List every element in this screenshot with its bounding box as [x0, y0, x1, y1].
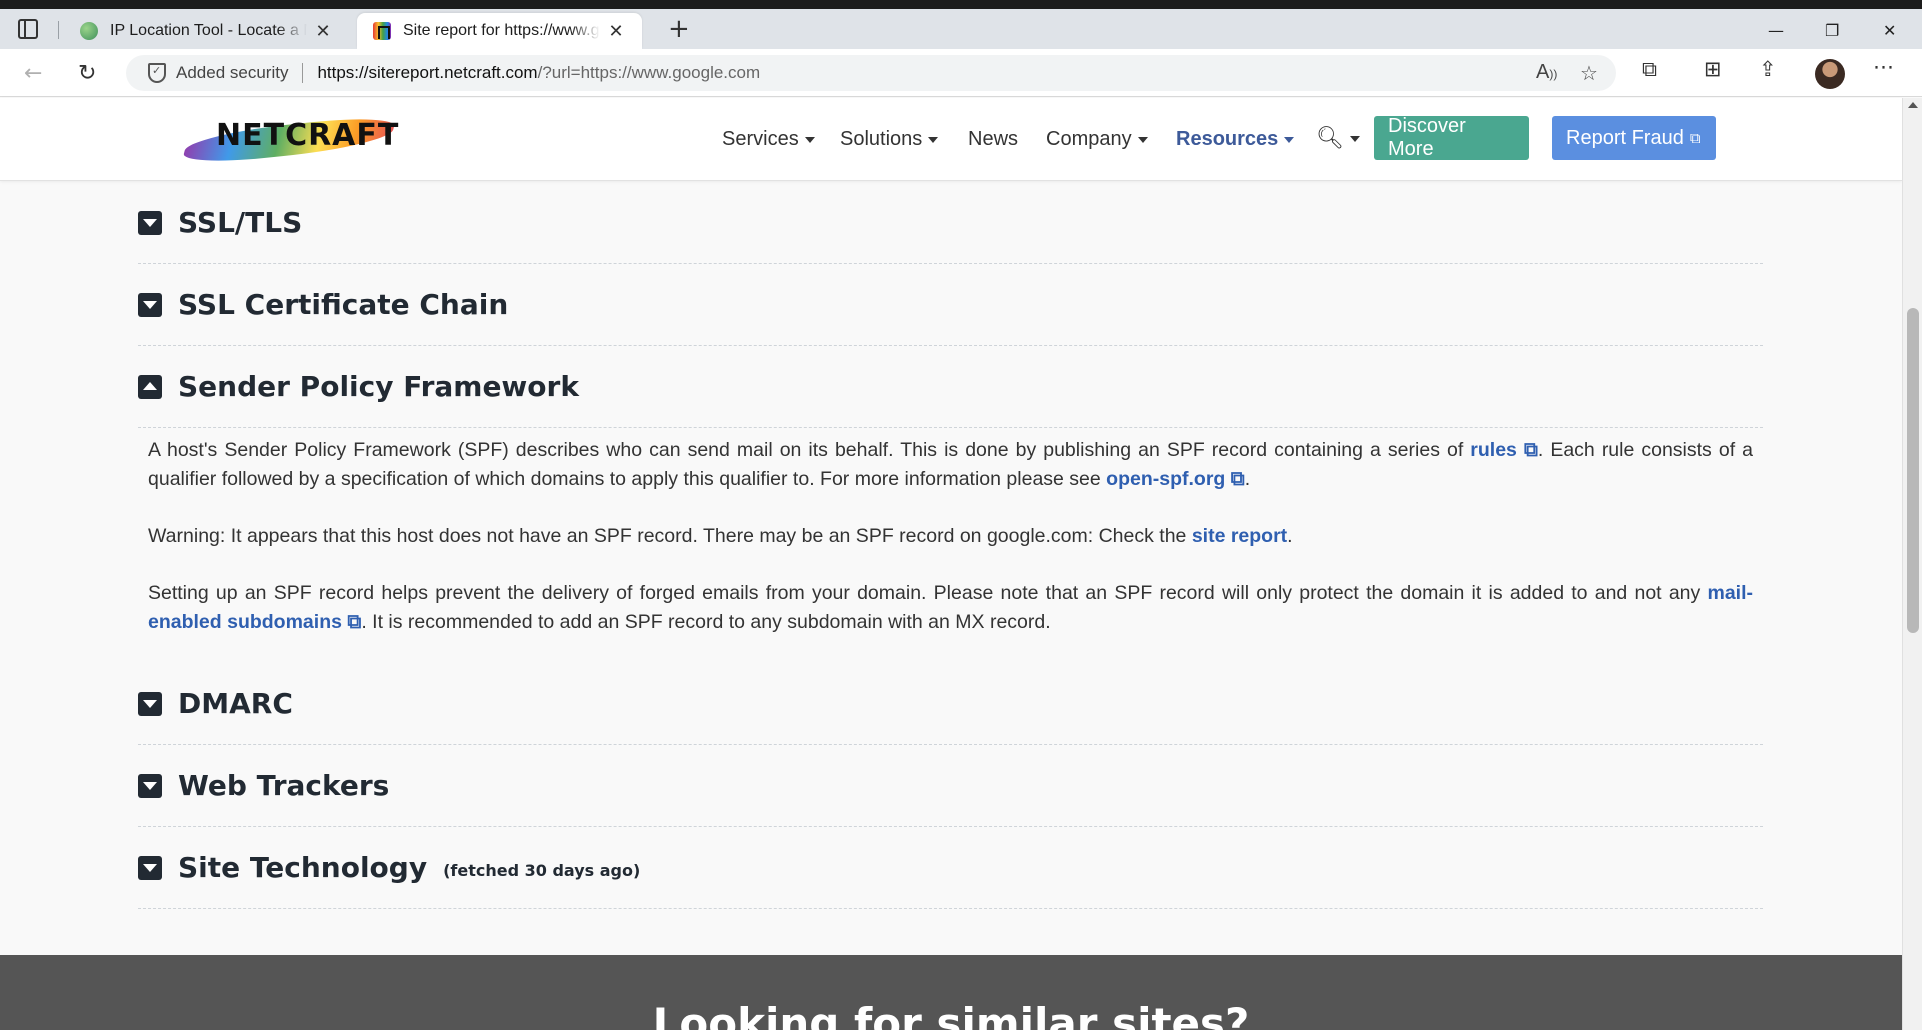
text: Setting up an SPF record helps prevent t…: [148, 582, 1708, 604]
external-link-icon: ⧉: [1689, 129, 1701, 147]
report-fraud-label: Report Fraud: [1566, 126, 1684, 149]
nav-resources-label: Resources: [1176, 128, 1279, 150]
spf-paragraph-intro: A host's Sender Policy Framework (SPF) d…: [148, 436, 1753, 494]
read-aloud-icon[interactable]: A)): [1536, 61, 1557, 84]
nav-services[interactable]: Services: [722, 128, 815, 151]
extensions-puzzle-icon[interactable]: ⧉: [1642, 57, 1657, 82]
link-label: rules: [1470, 439, 1517, 461]
tab-site-report[interactable]: Site report for https://www.google.com ✕: [357, 13, 642, 49]
netcraft-favicon-icon: [373, 22, 391, 40]
restore-button[interactable]: ❐: [1825, 21, 1839, 40]
section-web-trackers[interactable]: Web Trackers: [138, 745, 1763, 827]
profile-avatar[interactable]: [1815, 59, 1845, 89]
address-bar[interactable]: Added security https://sitereport.netcra…: [126, 55, 1616, 91]
report-sections: SSL/TLS SSL Certificate Chain Sender Pol…: [138, 182, 1763, 909]
fetched-note: (fetched 30 days ago): [443, 861, 641, 880]
back-arrow-icon[interactable]: ←: [24, 61, 42, 86]
text: Warning: It appears that this host does …: [148, 525, 1192, 547]
caret-down-icon: [804, 136, 815, 143]
tab-title: Site report for https://www.google.com: [403, 22, 600, 39]
caret-down-icon: [1284, 136, 1295, 143]
nav-services-label: Services: [722, 128, 799, 150]
external-link-icon: ⧉: [1230, 468, 1245, 490]
nav-news[interactable]: News: [968, 128, 1018, 151]
site-report-link[interactable]: site report: [1192, 525, 1287, 547]
url-path[interactable]: /?url=https://www.google.com: [538, 63, 761, 83]
expand-caret-icon[interactable]: [138, 691, 162, 716]
shield-icon[interactable]: [148, 63, 166, 83]
section-site-technology[interactable]: Site Technology (fetched 30 days ago): [138, 827, 1763, 909]
section-title: DMARC: [178, 687, 293, 720]
text: .: [1244, 468, 1251, 490]
close-tab-icon[interactable]: ✕: [313, 21, 333, 42]
caret-down-icon: [1349, 136, 1360, 142]
tab-bar: IP Location Tool - Locate a Network ✕ Si…: [0, 9, 1922, 49]
window-top-strip: [0, 0, 1922, 9]
close-window-button[interactable]: ✕: [1883, 21, 1896, 40]
open-spf-link[interactable]: open-spf.org ⧉: [1106, 468, 1245, 490]
spf-paragraph-advice: Setting up an SPF record helps prevent t…: [148, 579, 1753, 637]
section-ssl-tls[interactable]: SSL/TLS: [138, 182, 1763, 264]
url-host[interactable]: https://sitereport.netcraft.com: [317, 63, 537, 83]
section-title: Sender Policy Framework: [178, 370, 579, 403]
nav-solutions-label: Solutions: [840, 128, 923, 150]
similar-sites-band: Looking for similar sites?: [0, 955, 1902, 1030]
share-icon[interactable]: ⇪: [1759, 57, 1777, 81]
text: .: [1287, 525, 1293, 547]
globe-favicon-icon: [80, 22, 98, 40]
tab-title: IP Location Tool - Locate a Network: [110, 22, 307, 39]
expand-caret-icon[interactable]: [138, 855, 162, 880]
section-title: SSL Certificate Chain: [178, 288, 509, 321]
caret-down-icon: [1137, 136, 1148, 143]
discover-more-button[interactable]: Discover More: [1374, 115, 1529, 160]
text: . It is recommended to add an SPF record…: [361, 611, 1051, 633]
tab-ip-location[interactable]: IP Location Tool - Locate a Network ✕: [64, 13, 349, 49]
spf-paragraph-warning: Warning: It appears that this host does …: [148, 522, 1753, 551]
expand-caret-icon[interactable]: [138, 210, 162, 235]
security-label[interactable]: Added security: [176, 63, 288, 83]
text: A host's Sender Policy Framework (SPF) d…: [148, 439, 1471, 461]
section-title: Site Technology: [178, 851, 428, 884]
page-scrollbar[interactable]: [1902, 98, 1922, 1030]
nav-resources[interactable]: Resources: [1176, 128, 1295, 151]
netcraft-logo[interactable]: NETCRAFT: [180, 112, 398, 167]
tab-actions-icon[interactable]: [18, 19, 38, 39]
nav-solutions[interactable]: Solutions: [840, 128, 939, 151]
link-label: open-spf.org: [1106, 468, 1226, 490]
collections-icon[interactable]: ⊞: [1704, 57, 1722, 81]
reload-icon[interactable]: ↻: [78, 61, 96, 86]
section-title: Web Trackers: [178, 769, 390, 802]
section-dmarc[interactable]: DMARC: [138, 663, 1763, 745]
scroll-thumb[interactable]: [1907, 308, 1919, 633]
minimize-button[interactable]: —: [1768, 21, 1784, 40]
nav-company-label: Company: [1046, 128, 1132, 150]
expand-caret-icon[interactable]: [138, 773, 162, 798]
scroll-up-arrow-icon[interactable]: [1908, 102, 1918, 108]
add-favorite-star-icon[interactable]: ☆: [1580, 61, 1598, 86]
site-header: NETCRAFT Services Solutions News Company…: [0, 98, 1902, 181]
external-link-icon: ⧉: [347, 611, 362, 633]
similar-sites-heading: Looking for similar sites?: [652, 999, 1250, 1030]
external-link-icon: ⧉: [1523, 439, 1538, 461]
rules-link[interactable]: rules ⧉: [1470, 439, 1538, 461]
section-spf[interactable]: Sender Policy Framework: [138, 346, 1763, 428]
report-fraud-button[interactable]: Report Fraud ⧉: [1552, 116, 1716, 160]
section-ssl-chain[interactable]: SSL Certificate Chain: [138, 264, 1763, 346]
tab-separator: [58, 21, 59, 39]
spf-description: A host's Sender Policy Framework (SPF) d…: [138, 428, 1763, 663]
nav-company[interactable]: Company: [1046, 128, 1148, 151]
caret-down-icon: [928, 136, 939, 143]
logo-wordmark: NETCRAFT: [216, 118, 400, 153]
close-tab-icon[interactable]: ✕: [606, 21, 626, 42]
collapse-caret-icon[interactable]: [138, 374, 162, 399]
address-bar-row: ← ↻ Added security https://sitereport.ne…: [0, 49, 1922, 97]
more-options-icon[interactable]: ⋯: [1873, 55, 1894, 79]
expand-caret-icon[interactable]: [138, 292, 162, 317]
omnibox-divider: [302, 63, 304, 83]
search-icon[interactable]: 🔍︎: [1316, 126, 1360, 151]
new-tab-button[interactable]: +: [668, 16, 690, 42]
section-title: SSL/TLS: [178, 206, 303, 239]
